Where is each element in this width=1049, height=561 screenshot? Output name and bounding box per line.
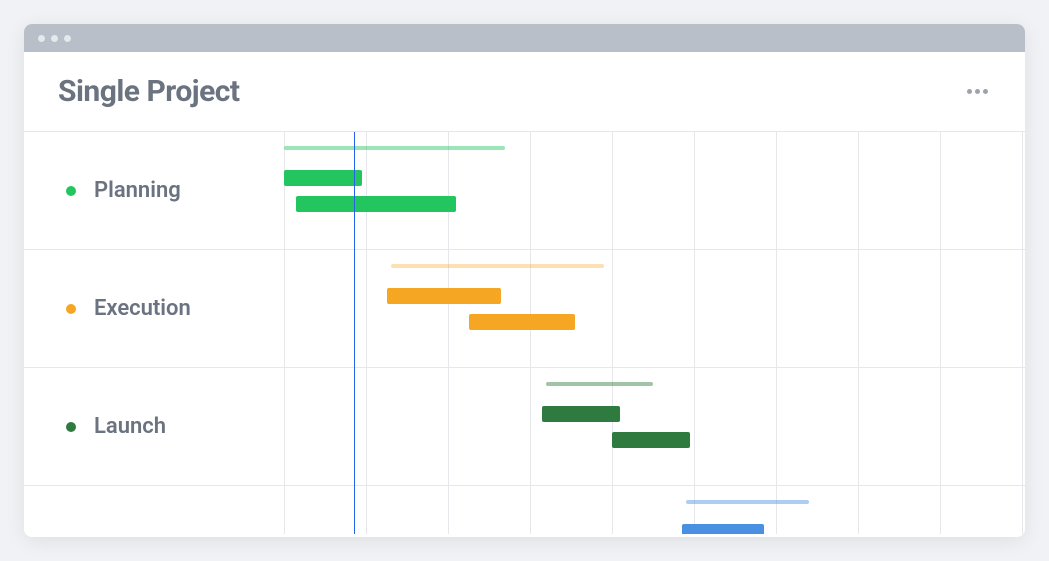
gantt-rows: Planning Execution Launch Monitoring bbox=[24, 132, 1025, 534]
row-name: Launch bbox=[94, 414, 166, 439]
row-bars bbox=[284, 486, 1025, 534]
task-bar[interactable] bbox=[387, 288, 502, 304]
window-titlebar bbox=[24, 24, 1025, 52]
task-bar[interactable] bbox=[469, 314, 576, 330]
gantt-chart: Planning Execution Launch Monitoring bbox=[24, 132, 1025, 534]
category-bullet-icon bbox=[66, 186, 76, 196]
header: Single Project bbox=[24, 52, 1025, 132]
summary-bar[interactable] bbox=[284, 146, 505, 150]
gantt-row: Planning bbox=[24, 132, 1025, 250]
row-name: Planning bbox=[94, 178, 181, 203]
app-window: Single Project Planning Execution Launch Mo… bbox=[24, 24, 1025, 537]
window-control-dot[interactable] bbox=[64, 35, 71, 42]
row-name: Execution bbox=[94, 296, 191, 321]
summary-bar[interactable] bbox=[391, 264, 604, 268]
category-bullet-icon bbox=[66, 422, 76, 432]
task-bar[interactable] bbox=[296, 196, 456, 212]
page-title: Single Project bbox=[58, 74, 240, 109]
row-label: Execution bbox=[24, 296, 284, 321]
row-bars bbox=[284, 250, 1025, 367]
window-control-dot[interactable] bbox=[51, 35, 58, 42]
row-label: Launch bbox=[24, 414, 284, 439]
row-label: Monitoring bbox=[24, 532, 284, 534]
gantt-row: Monitoring bbox=[24, 486, 1025, 534]
row-label: Planning bbox=[24, 178, 284, 203]
row-name: Monitoring bbox=[94, 532, 202, 534]
category-bullet-icon bbox=[66, 304, 76, 314]
task-bar[interactable] bbox=[612, 432, 690, 448]
gantt-row: Launch bbox=[24, 368, 1025, 486]
summary-bar[interactable] bbox=[546, 382, 653, 386]
window-control-dot[interactable] bbox=[38, 35, 45, 42]
row-bars bbox=[284, 368, 1025, 485]
gantt-row: Execution bbox=[24, 250, 1025, 368]
task-bar[interactable] bbox=[284, 170, 362, 186]
task-bar[interactable] bbox=[682, 524, 764, 534]
summary-bar[interactable] bbox=[686, 500, 809, 504]
task-bar[interactable] bbox=[542, 406, 620, 422]
row-bars bbox=[284, 132, 1025, 249]
more-options-icon[interactable] bbox=[967, 89, 991, 94]
